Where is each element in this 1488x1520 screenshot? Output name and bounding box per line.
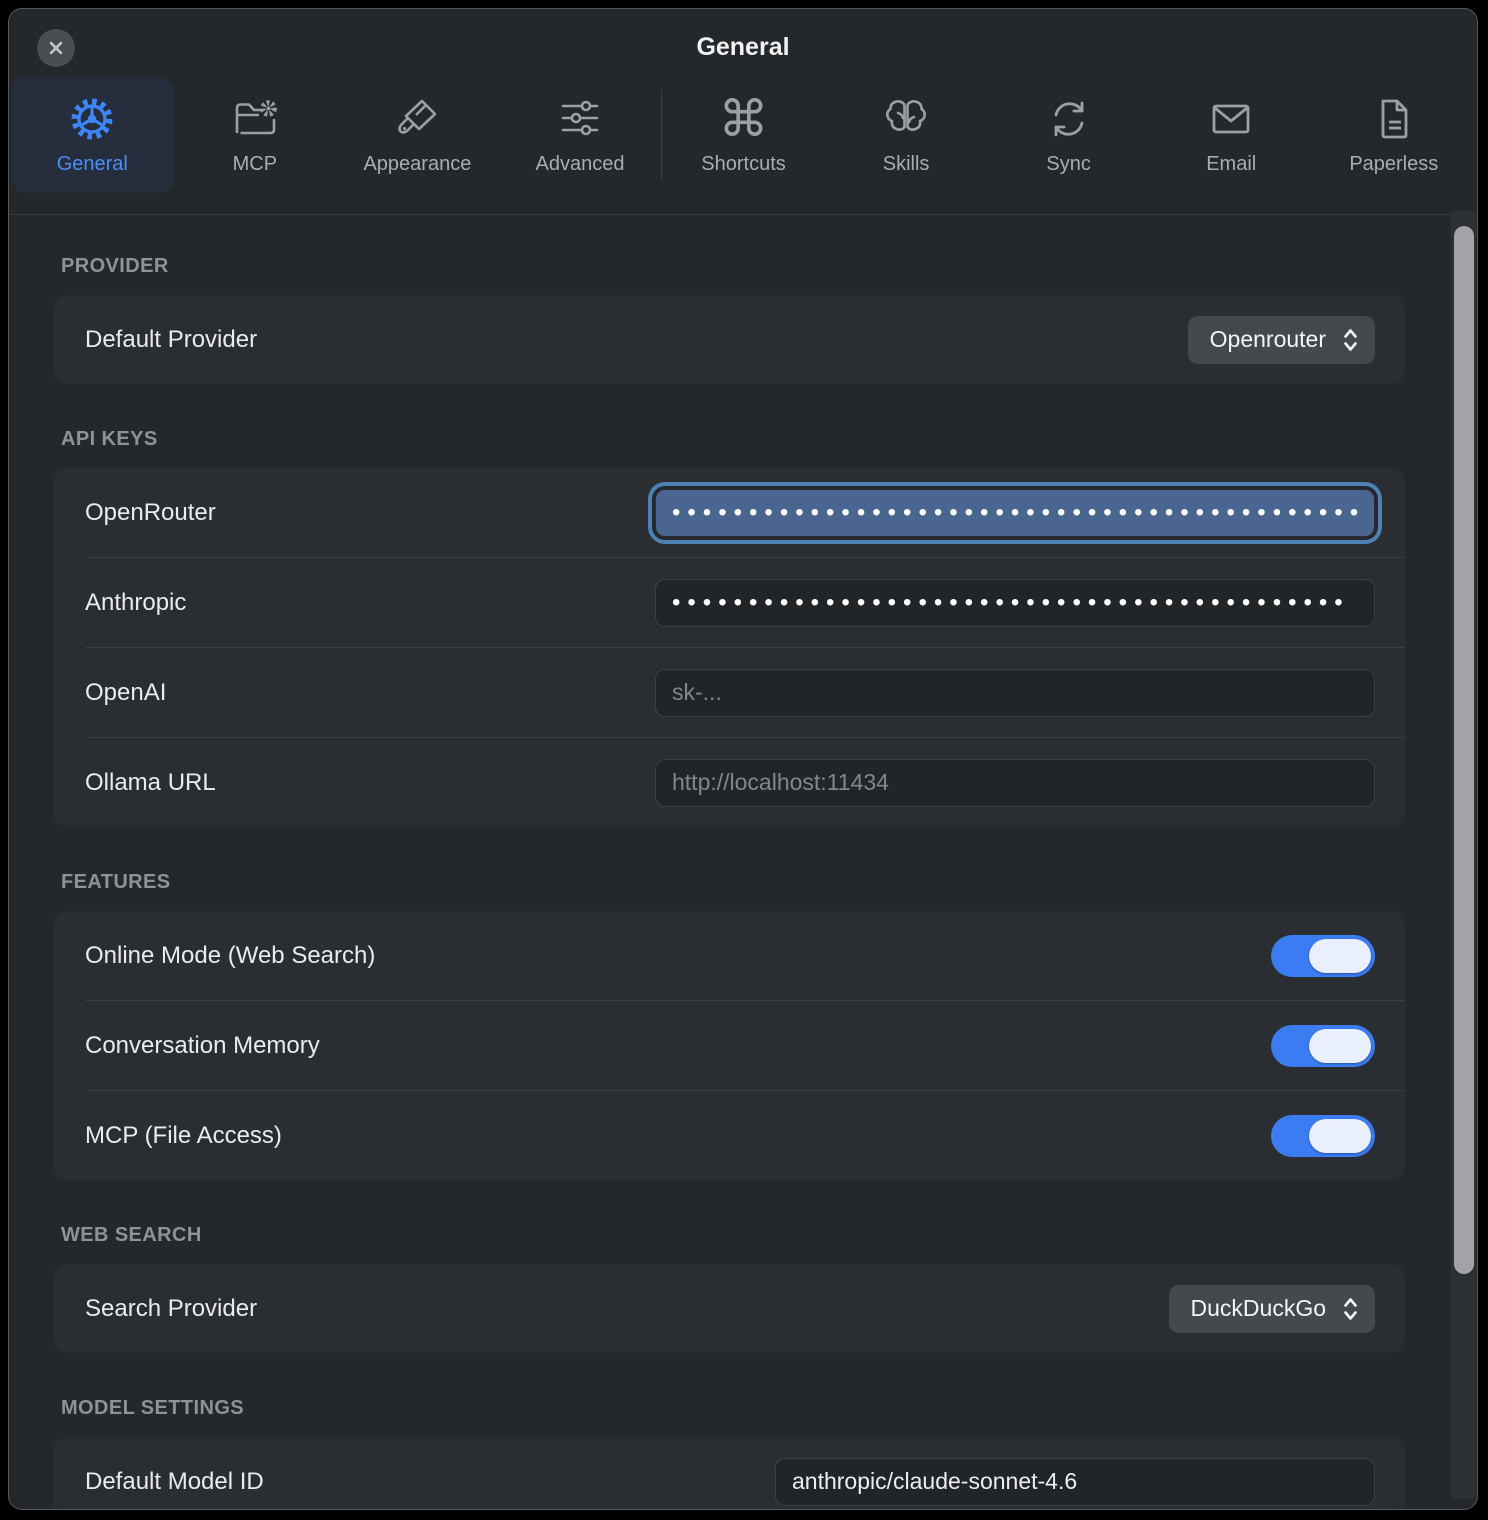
tab-appearance[interactable]: Appearance bbox=[336, 77, 499, 193]
tab-general[interactable]: General bbox=[11, 77, 174, 193]
tab-shortcuts[interactable]: ⌘ Shortcuts bbox=[662, 77, 825, 193]
sync-arrows-icon bbox=[1045, 94, 1093, 144]
search-provider-select[interactable]: DuckDuckGo bbox=[1169, 1285, 1375, 1333]
tab-label: Paperless bbox=[1349, 153, 1438, 176]
tab-label: Shortcuts bbox=[701, 153, 785, 176]
section-header: PROVIDER bbox=[61, 255, 1405, 279]
search-provider-row: Search Provider DuckDuckGo bbox=[53, 1264, 1405, 1353]
model-settings-card: Default Model ID anthropic/claude-sonnet… bbox=[53, 1437, 1405, 1510]
tab-sync[interactable]: Sync bbox=[987, 77, 1150, 193]
row-label: Search Provider bbox=[85, 1295, 257, 1323]
default-model-id-input[interactable]: anthropic/claude-sonnet-4.6 bbox=[775, 1458, 1375, 1506]
provider-card: Default Provider Openrouter bbox=[53, 295, 1405, 384]
anthropic-key-row: Anthropic ••••••••••••••••••••••••••••••… bbox=[53, 558, 1405, 647]
tab-email[interactable]: Email bbox=[1150, 77, 1313, 193]
gear-icon bbox=[68, 94, 116, 144]
section-header: WEB SEARCH bbox=[61, 1224, 1405, 1248]
chevron-updown-icon bbox=[1342, 1295, 1359, 1323]
default-provider-row: Default Provider Openrouter bbox=[53, 295, 1405, 384]
web-search-card: Search Provider DuckDuckGo bbox=[53, 1264, 1405, 1353]
section-header: API KEYS bbox=[61, 428, 1405, 452]
ollama-url-row: Ollama URL http://localhost:11434 bbox=[53, 738, 1405, 827]
anthropic-key-input[interactable]: ••••••••••••••••••••••••••••••••••••••••… bbox=[655, 579, 1375, 627]
section-model-settings: MODEL SETTINGS Default Model ID anthropi… bbox=[53, 1397, 1405, 1510]
settings-window: General General bbox=[8, 8, 1478, 1510]
openrouter-key-input[interactable]: ••••••••••••••••••••••••••••••••••••••••… bbox=[655, 489, 1375, 537]
tab-label: General bbox=[57, 153, 128, 176]
online-mode-row: Online Mode (Web Search) bbox=[53, 911, 1405, 1000]
scrollbar-thumb[interactable] bbox=[1454, 226, 1474, 1274]
tab-paperless[interactable]: Paperless bbox=[1313, 77, 1476, 193]
toggle-knob bbox=[1309, 939, 1371, 973]
row-label: Default Provider bbox=[85, 326, 257, 354]
brain-icon bbox=[882, 94, 930, 144]
toggle-knob bbox=[1309, 1029, 1371, 1063]
ollama-url-input[interactable]: http://localhost:11434 bbox=[655, 759, 1375, 807]
section-api-keys: API KEYS OpenRouter ••••••••••••••••••••… bbox=[53, 428, 1405, 827]
default-provider-select[interactable]: Openrouter bbox=[1188, 316, 1375, 364]
section-features: FEATURES Online Mode (Web Search) Conver… bbox=[53, 871, 1405, 1180]
row-label: Conversation Memory bbox=[85, 1032, 320, 1060]
tab-label: Email bbox=[1206, 153, 1256, 176]
toolbar-bottom-divider bbox=[9, 214, 1477, 215]
tab-label: MCP bbox=[233, 153, 277, 176]
mcp-file-access-toggle[interactable] bbox=[1271, 1115, 1375, 1157]
tab-label: Advanced bbox=[535, 153, 624, 176]
features-card: Online Mode (Web Search) Conversation Me… bbox=[53, 911, 1405, 1180]
tab-label: Skills bbox=[883, 153, 930, 176]
openai-key-row: OpenAI sk-... bbox=[53, 648, 1405, 737]
titlebar: General bbox=[9, 9, 1477, 71]
toggle-knob bbox=[1309, 1119, 1371, 1153]
folder-gear-icon bbox=[231, 94, 279, 144]
section-web-search: WEB SEARCH Search Provider DuckDuckGo bbox=[53, 1224, 1405, 1353]
command-icon: ⌘ bbox=[719, 94, 769, 144]
page-title: General bbox=[9, 33, 1477, 62]
row-label: OpenRouter bbox=[85, 499, 216, 527]
row-label: Anthropic bbox=[85, 589, 186, 617]
row-label: MCP (File Access) bbox=[85, 1122, 282, 1150]
chevron-updown-icon bbox=[1342, 326, 1359, 354]
tab-skills[interactable]: Skills bbox=[825, 77, 988, 193]
section-provider: PROVIDER Default Provider Openrouter bbox=[53, 255, 1405, 384]
tab-label: Sync bbox=[1046, 153, 1090, 176]
mcp-file-access-row: MCP (File Access) bbox=[53, 1091, 1405, 1180]
tab-advanced[interactable]: Advanced bbox=[499, 77, 662, 193]
conversation-memory-toggle[interactable] bbox=[1271, 1025, 1375, 1067]
tab-label: Appearance bbox=[363, 153, 471, 176]
row-label: Ollama URL bbox=[85, 769, 216, 797]
conversation-memory-row: Conversation Memory bbox=[53, 1001, 1405, 1090]
row-label: OpenAI bbox=[85, 679, 166, 707]
row-label: Online Mode (Web Search) bbox=[85, 942, 375, 970]
openai-key-input[interactable]: sk-... bbox=[655, 669, 1375, 717]
row-label: Default Model ID bbox=[85, 1468, 264, 1496]
openrouter-key-row: OpenRouter •••••••••••••••••••••••••••••… bbox=[53, 468, 1405, 557]
document-icon bbox=[1370, 94, 1418, 144]
tab-bar: General MCP bbox=[11, 77, 1475, 193]
default-model-id-row: Default Model ID anthropic/claude-sonnet… bbox=[53, 1437, 1405, 1510]
tab-mcp[interactable]: MCP bbox=[174, 77, 337, 193]
api-keys-card: OpenRouter •••••••••••••••••••••••••••••… bbox=[53, 468, 1405, 827]
sliders-icon bbox=[556, 94, 604, 144]
paintbrush-icon bbox=[393, 94, 441, 144]
envelope-icon bbox=[1207, 94, 1255, 144]
settings-content: PROVIDER Default Provider Openrouter bbox=[53, 219, 1405, 1510]
section-header: FEATURES bbox=[61, 871, 1405, 895]
online-mode-toggle[interactable] bbox=[1271, 935, 1375, 977]
section-header: MODEL SETTINGS bbox=[61, 1397, 1405, 1421]
